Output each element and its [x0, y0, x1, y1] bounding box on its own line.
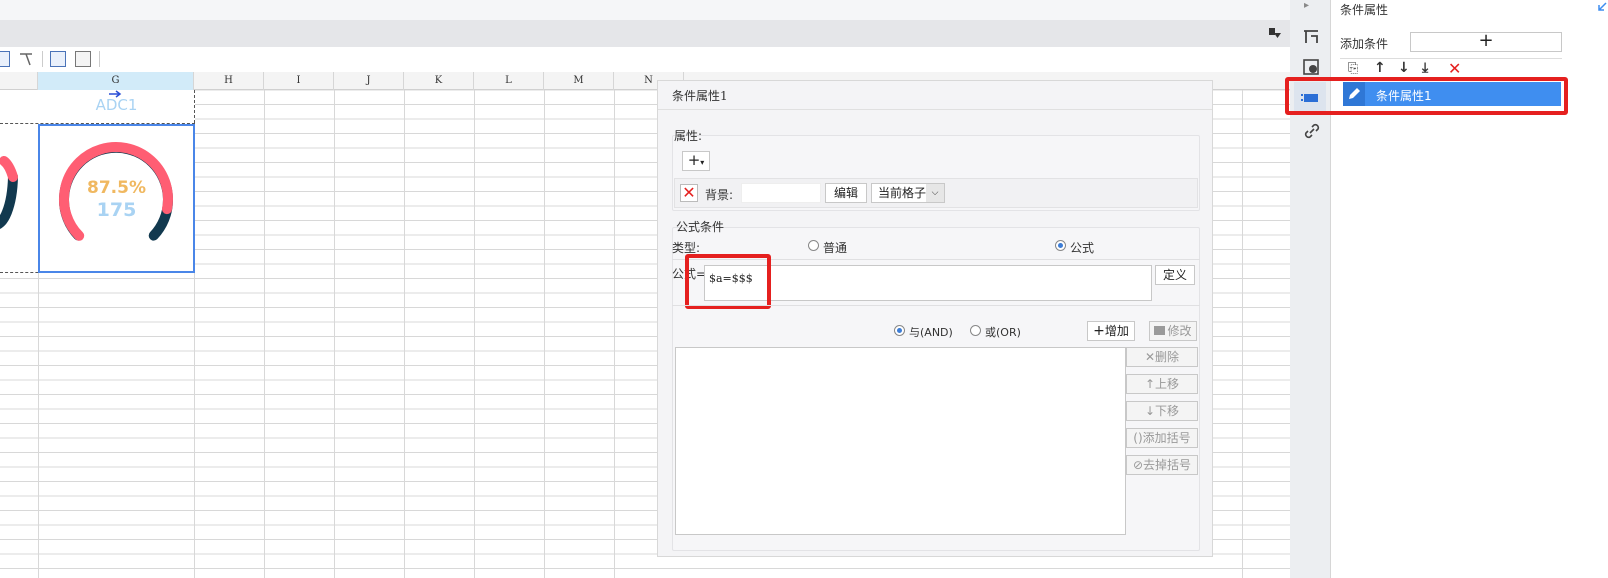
radio-and-label: 与(AND) [909, 326, 953, 339]
radio-formula[interactable] [1055, 240, 1066, 251]
cell-title: ADC1 [95, 96, 138, 114]
column-header-i[interactable]: I [264, 72, 334, 90]
sheet-tab-bar [0, 20, 1290, 47]
brush-icon[interactable] [18, 51, 34, 67]
arrow-up-icon[interactable]: ↑ [1374, 60, 1386, 76]
top-strip [0, 0, 1290, 20]
column-header-k[interactable]: K [404, 72, 474, 90]
formula-highlight [685, 254, 771, 309]
radio-normal[interactable] [808, 240, 819, 251]
list-toolbar: ⎘ ↑ ↓ ⤓ ✕ [1340, 58, 1562, 78]
image-icon[interactable] [0, 51, 10, 67]
remove-bracket-label: 去掉括号 [1143, 458, 1192, 472]
cell-element-icon[interactable] [1302, 28, 1320, 46]
remove-bracket-icon: ⊘ [1132, 458, 1144, 472]
grid-line [1242, 90, 1243, 578]
arrow-down-icon: ↓ [1144, 404, 1156, 418]
delete-button[interactable]: ✕删除 [1126, 347, 1198, 367]
list-icon[interactable] [75, 51, 91, 67]
background-label: 背景: [705, 188, 734, 202]
panel-title: 条件属性 [1340, 3, 1389, 17]
condition-dialog: 条件属性1 属性: +▾ ✕ 背景: 编辑 当前格子 ⌵ 公式条件 类型: 普通… [657, 80, 1213, 557]
chevron-down-icon: ⌵ [926, 184, 944, 202]
dialog-divider [658, 109, 1212, 110]
add-condition-plus-button[interactable]: + [1410, 32, 1562, 52]
delete-label: 删除 [1155, 350, 1180, 364]
move-up-label: 上移 [1155, 377, 1180, 391]
add-bracket-label: 添加括号 [1142, 431, 1191, 445]
divider [672, 305, 1200, 306]
close-icon: ✕ [1144, 350, 1156, 364]
plus-icon: + [687, 151, 701, 169]
formatting-toolbar [0, 47, 1290, 72]
plus-icon: + [1093, 323, 1105, 339]
attribute-row: ✕ 背景: 编辑 当前格子 ⌵ [674, 178, 1198, 208]
column-header-l[interactable]: L [474, 72, 544, 90]
background-swatch[interactable] [741, 183, 821, 203]
move-down-button[interactable]: ↓下移 [1126, 401, 1198, 421]
grid-line [264, 90, 265, 578]
gauge-value: 175 [96, 199, 137, 221]
attributes-label: 属性: [674, 129, 703, 143]
column-header-h[interactable]: H [194, 72, 264, 90]
dialog-title: 条件属性1 [672, 89, 728, 103]
collapse-icon[interactable] [1268, 27, 1282, 39]
radio-and[interactable] [894, 325, 905, 336]
add-bracket-button[interactable]: ()添加括号 [1126, 428, 1198, 448]
add-label: 增加 [1104, 324, 1129, 338]
column-header-g[interactable]: G [38, 72, 194, 90]
move-up-button[interactable]: ↑上移 [1126, 374, 1198, 394]
toolbar-divider [99, 51, 100, 67]
grid-line [614, 90, 615, 578]
modify-button[interactable]: 修改 [1149, 321, 1197, 341]
modify-label: 修改 [1167, 324, 1192, 338]
cell-attribute-icon[interactable] [1302, 58, 1320, 76]
formula-section-label: 公式条件 [676, 220, 725, 234]
gauge-percent: 87.5% [87, 178, 146, 198]
move-down-label: 下移 [1155, 404, 1180, 418]
grid-line [334, 90, 335, 578]
link-icon[interactable] [1303, 122, 1321, 140]
radio-or[interactable] [970, 325, 981, 336]
toolbar-divider [42, 51, 43, 67]
column-header-m[interactable]: M [544, 72, 614, 90]
copy-icon[interactable]: ⎘ [1348, 61, 1358, 76]
add-condition-button[interactable]: +增加 [1087, 321, 1135, 341]
bracket-icon: () [1133, 431, 1143, 445]
collapse-corner-icon[interactable] [1597, 2, 1607, 12]
radio-formula-label: 公式 [1070, 241, 1095, 255]
column-header-j[interactable]: J [334, 72, 404, 90]
scope-select-value: 当前格子 [878, 186, 927, 200]
folder-icon [1154, 326, 1166, 335]
add-attribute-button[interactable]: +▾ [682, 151, 710, 171]
column-header-partial [0, 72, 38, 90]
grid-line [474, 90, 475, 578]
grid-line [404, 90, 405, 578]
add-condition-label: 添加条件 [1340, 37, 1389, 51]
formula-input[interactable]: $a=$$$ [704, 265, 1152, 301]
arrow-down-icon[interactable]: ↓ [1398, 60, 1410, 76]
remove-bracket-button[interactable]: ⊘去掉括号 [1126, 455, 1198, 475]
expand-icon[interactable]: ▸ [1304, 0, 1309, 11]
edit-button[interactable]: 编辑 [825, 183, 867, 203]
radio-normal-label: 普通 [823, 241, 848, 255]
delete-icon[interactable]: ✕ [1448, 59, 1461, 78]
define-button[interactable]: 定义 [1155, 265, 1195, 285]
delete-attribute-icon[interactable]: ✕ [680, 184, 698, 202]
arrow-up-icon: ↑ [1144, 377, 1156, 391]
condition-list[interactable] [675, 347, 1126, 535]
layout-icon[interactable] [50, 51, 66, 67]
panel-item-highlight [1285, 77, 1568, 115]
grid-line [544, 90, 545, 578]
move-bottom-icon[interactable]: ⤓ [1422, 60, 1428, 76]
radio-or-label: 或(OR) [985, 326, 1021, 339]
scope-select[interactable]: 当前格子 ⌵ [871, 183, 945, 203]
